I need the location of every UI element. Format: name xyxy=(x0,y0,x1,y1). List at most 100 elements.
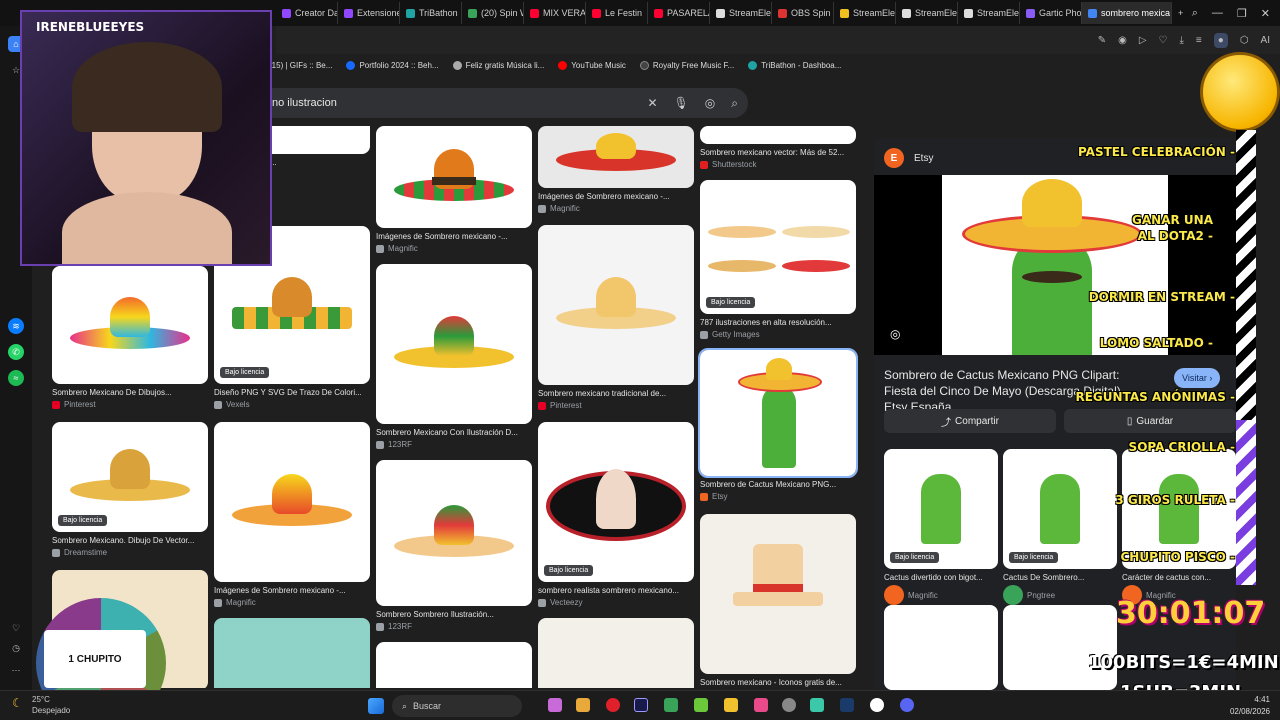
result-card[interactable]: Bajo licencia sombrero realista sombrero… xyxy=(538,422,694,607)
edit-icon[interactable]: ✎ xyxy=(1098,35,1106,46)
result-card[interactable]: Bajo licencia Sombrero Mexicano. Dibujo … xyxy=(52,422,208,557)
history-icon[interactable]: ◷ xyxy=(8,640,24,656)
bookmark[interactable]: Royalty Free Music F... xyxy=(639,60,734,70)
microphone-icon[interactable]: 🎙 xyxy=(674,96,689,110)
browser-tab-active[interactable]: sombrero mexica✕ xyxy=(1082,2,1172,24)
file-explorer-icon[interactable] xyxy=(576,698,590,712)
result-image[interactable] xyxy=(538,618,694,688)
search-input[interactable]: no ilustracion xyxy=(272,97,337,109)
related-card[interactable] xyxy=(1003,605,1117,690)
lens-search-icon[interactable]: ◎ xyxy=(890,327,900,341)
menu-icon[interactable]: ≡ xyxy=(1196,35,1202,46)
heart-icon[interactable]: ♡ xyxy=(1159,35,1168,46)
minimize-icon[interactable]: — xyxy=(1212,7,1223,19)
related-image[interactable]: Bajo licencia xyxy=(1003,449,1117,569)
ai-button[interactable]: AI xyxy=(1261,35,1270,46)
opera-icon[interactable] xyxy=(606,698,620,712)
app-icon[interactable] xyxy=(724,698,738,712)
download-icon[interactable]: ⤓ xyxy=(1180,35,1184,46)
more-icon[interactable]: ⋯ xyxy=(8,662,24,678)
related-image[interactable]: Bajo licencia xyxy=(884,449,998,569)
steam-icon[interactable] xyxy=(840,698,854,712)
related-card[interactable] xyxy=(884,605,998,690)
result-caption[interactable]: Sombrero mexicano tradicional de... xyxy=(538,389,694,398)
search-tabs-icon[interactable]: ⌕ xyxy=(1192,7,1198,20)
result-caption[interactable]: Sombrero mexicano vector: Más de 52... xyxy=(700,148,856,157)
browser-tab[interactable]: StreamEle xyxy=(834,2,896,24)
result-caption[interactable]: Sombrero mexicano - Iconos gratis de... xyxy=(700,678,856,687)
whatsapp-icon[interactable]: ✆ xyxy=(8,344,24,360)
result-image[interactable]: Bajo licencia xyxy=(52,422,208,532)
messenger-icon[interactable]: ≋ xyxy=(8,318,24,334)
browser-tab[interactable]: PASARELA xyxy=(648,2,710,24)
after-effects-icon[interactable] xyxy=(634,698,648,712)
result-card[interactable]: Bajo licencia 787 ilustraciones en alta … xyxy=(700,180,856,339)
bookmark[interactable]: Feliz gratis Música li... xyxy=(452,60,544,70)
result-card[interactable]: Sombrero Mexicano Con Ilustración D... 1… xyxy=(376,264,532,449)
search-box[interactable]: no ilustracion ✕ 🎙 ◎ ⌕ xyxy=(268,88,748,118)
related-card[interactable]: Bajo licencia Cactus De Sombrero... Pngt… xyxy=(1003,449,1117,605)
browser-tab[interactable]: OBS Spin xyxy=(772,2,834,24)
chatgpt-icon[interactable] xyxy=(870,698,884,712)
windows-start-icon[interactable] xyxy=(368,698,384,714)
camera-icon[interactable]: ◉ xyxy=(1118,35,1127,46)
result-caption[interactable]: 787 ilustraciones en alta resolución... xyxy=(700,318,856,327)
result-card[interactable]: Imágenes de Sombrero mexicano -... Magni… xyxy=(538,126,694,213)
result-image[interactable]: Bajo licencia xyxy=(700,180,856,314)
result-image[interactable] xyxy=(700,126,856,144)
play-icon[interactable]: ▷ xyxy=(1139,35,1147,46)
bookmark[interactable]: TriBathon - Dashboa... xyxy=(748,60,841,70)
result-image[interactable] xyxy=(376,264,532,424)
result-caption[interactable]: Imágenes de Sombrero mexicano -... xyxy=(538,192,694,201)
result-card[interactable]: Sombrero mexicano vector: Más de 52... S… xyxy=(700,126,856,169)
visit-button[interactable]: Visitar › xyxy=(1174,368,1221,388)
result-image[interactable] xyxy=(698,348,858,478)
result-caption[interactable]: Diseño PNG Y SVG De Trazo De Colori... xyxy=(214,388,370,397)
obs-icon[interactable] xyxy=(782,698,796,712)
result-card[interactable] xyxy=(214,618,370,688)
result-card[interactable]: Sombrero Mexicano De Dibujos... Pinteres… xyxy=(52,266,208,409)
related-card[interactable]: Carácter de cactus con... Magnific xyxy=(1122,449,1236,605)
extensions-icon[interactable]: ⬡ xyxy=(1240,35,1249,46)
related-caption[interactable]: Cactus De Sombrero... xyxy=(1003,573,1117,582)
browser-tab[interactable]: MIX VERA xyxy=(524,2,586,24)
copilot-icon[interactable] xyxy=(548,698,562,712)
related-image[interactable] xyxy=(1003,605,1117,690)
result-card[interactable]: Sombrero mexicano tradicional de... Pint… xyxy=(538,225,694,410)
result-image[interactable] xyxy=(700,514,856,674)
discord-icon[interactable] xyxy=(900,698,914,712)
result-card-selected[interactable]: Sombrero de Cactus Mexicano PNG... Etsy xyxy=(698,348,858,501)
browser-tab[interactable]: Gartic Pho xyxy=(1020,2,1082,24)
taskbar-search[interactable]: ⌕ Buscar xyxy=(392,695,522,717)
browser-tab[interactable]: Extensione xyxy=(338,2,400,24)
result-image[interactable] xyxy=(214,422,370,582)
result-caption[interactable]: Sombrero Mexicano De Dibujos... xyxy=(52,388,208,397)
result-card[interactable]: Sombrero Sombrero Ilustración... 123RF xyxy=(376,460,532,631)
related-image[interactable] xyxy=(884,605,998,690)
result-caption[interactable]: Sombrero Mexicano Con Ilustración D... xyxy=(376,428,532,437)
result-image[interactable]: Bajo licencia xyxy=(538,422,694,582)
result-image[interactable] xyxy=(214,618,370,688)
related-caption[interactable]: Carácter de cactus con... xyxy=(1122,573,1236,582)
heart-icon[interactable]: ♡ xyxy=(8,620,24,636)
preview-image[interactable]: ◎ xyxy=(874,175,1236,355)
profile-icon[interactable]: ● xyxy=(1213,32,1228,48)
browser-tab[interactable]: StreamEle xyxy=(710,2,772,24)
result-image[interactable] xyxy=(538,225,694,385)
result-caption[interactable]: sombrero realista sombrero mexicano... xyxy=(538,586,694,595)
nvidia-icon[interactable] xyxy=(664,698,678,712)
restore-icon[interactable]: ❐ xyxy=(1237,7,1247,20)
result-card[interactable] xyxy=(538,618,694,688)
result-caption[interactable]: Sombrero de Cactus Mexicano PNG... xyxy=(700,480,856,489)
spotify-icon[interactable]: ≈ xyxy=(8,370,24,386)
result-card[interactable]: Imágenes de Sombrero mexicano -... Magni… xyxy=(376,126,532,253)
result-caption[interactable]: Sombrero Mexicano. Dibujo De Vector... xyxy=(52,536,208,545)
clear-icon[interactable]: ✕ xyxy=(647,96,657,110)
result-image[interactable] xyxy=(376,642,532,688)
result-image[interactable] xyxy=(52,266,208,384)
search-icon[interactable]: ⌕ xyxy=(731,96,738,111)
save-button[interactable]: ▯ Guardar xyxy=(1064,409,1236,433)
browser-tab[interactable]: (20) Spin W xyxy=(462,2,524,24)
taskbar-clock[interactable]: 4:41 02/08/2026 xyxy=(1230,694,1270,718)
result-card[interactable]: Sombrero mexicano - Iconos gratis de... xyxy=(700,514,856,687)
